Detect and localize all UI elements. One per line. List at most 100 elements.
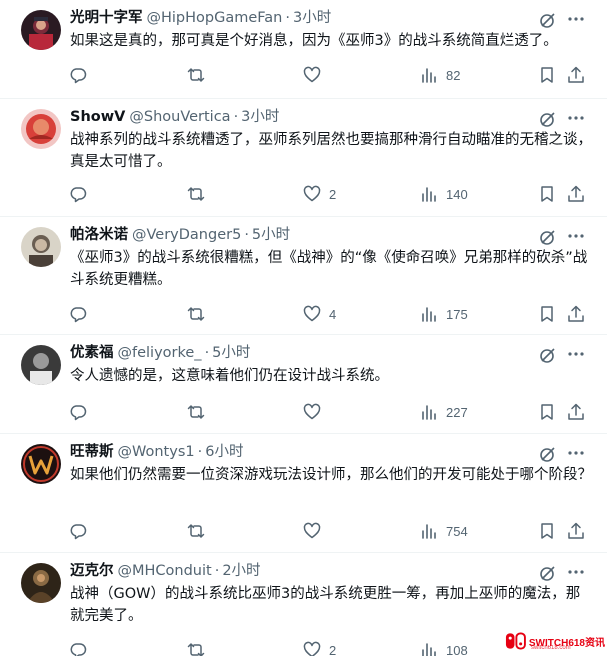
grok-icon[interactable] [539, 445, 557, 463]
more-icon[interactable] [565, 344, 587, 364]
reply-button[interactable] [69, 304, 95, 324]
bookmark-button[interactable] [538, 304, 556, 324]
action-bar: 82 [0, 65, 607, 85]
share-icon [568, 66, 584, 83]
reply-tweet[interactable]: ShowV @ShouVertica · 3小时 战神系列的战斗系统糟透了，巫师系列居… [0, 99, 607, 217]
more-icon[interactable] [565, 9, 587, 29]
avatar[interactable] [21, 10, 61, 50]
reply-button[interactable] [69, 65, 95, 85]
tweet-text: 战神（GOW）的战斗系统比巫师3的战斗系统更胜一筹，再加上巫师的魔法，那就完美了… [70, 586, 581, 624]
views-button[interactable]: 108 [420, 640, 468, 656]
retweet-button[interactable] [187, 640, 213, 656]
grok-icon[interactable] [539, 228, 557, 246]
heart-icon [303, 403, 321, 420]
view-count: 227 [446, 404, 468, 420]
share-button[interactable] [567, 184, 585, 204]
avatar[interactable] [21, 444, 61, 484]
like-button[interactable]: 4 [303, 304, 336, 324]
views-icon [422, 405, 436, 420]
separator-dot: · [285, 10, 290, 26]
reply-button[interactable] [69, 402, 95, 422]
views-icon [422, 307, 436, 322]
retweet-button[interactable] [187, 184, 213, 204]
timestamp[interactable]: 2小时 [222, 563, 260, 579]
views-button[interactable]: 754 [420, 521, 468, 541]
grok-icon[interactable] [539, 346, 557, 364]
timestamp[interactable]: 6小时 [205, 444, 243, 460]
retweet-icon [187, 524, 205, 538]
retweet-button[interactable] [187, 521, 213, 541]
reply-button[interactable] [69, 521, 95, 541]
separator-dot: · [244, 227, 249, 243]
view-count: 754 [446, 523, 468, 539]
avatar[interactable] [21, 563, 61, 603]
display-name[interactable]: 迈克尔 [70, 563, 114, 579]
like-button[interactable] [303, 521, 329, 541]
bookmark-button[interactable] [538, 402, 556, 422]
grok-icon[interactable] [539, 110, 557, 128]
bookmark-icon [541, 404, 553, 420]
grok-icon[interactable] [539, 11, 557, 29]
bookmark-icon [541, 523, 553, 539]
bookmark-button[interactable] [538, 65, 556, 85]
retweet-button[interactable] [187, 304, 213, 324]
reply-tweet[interactable]: 光明十字军 @HipHopGameFan · 3小时 如果这是真的，那可真是个好消息，… [0, 0, 607, 99]
bookmark-button[interactable] [538, 521, 556, 541]
share-button[interactable] [567, 402, 585, 422]
bookmark-button[interactable] [538, 184, 556, 204]
views-button[interactable]: 227 [420, 402, 468, 422]
like-button[interactable]: 2 [303, 184, 336, 204]
more-icon[interactable] [565, 108, 587, 128]
user-handle[interactable]: @MHConduit [118, 563, 212, 579]
tweet-text: 令人遗憾的是，这意味着他们仍在设计战斗系统。 [70, 368, 389, 384]
display-name[interactable]: 光明十字军 [70, 10, 143, 26]
display-name[interactable]: ShowV [70, 109, 125, 125]
user-handle[interactable]: @ShouVertica [129, 109, 230, 125]
timestamp[interactable]: 5小时 [212, 345, 250, 361]
share-button[interactable] [567, 304, 585, 324]
retweet-button[interactable] [187, 65, 213, 85]
user-handle[interactable]: @HipHopGameFan [147, 10, 283, 26]
avatar[interactable] [21, 227, 61, 267]
views-button[interactable]: 140 [420, 184, 468, 204]
display-name[interactable]: 帕洛米诺 [70, 227, 128, 243]
user-handle[interactable]: @Wontys1 [118, 444, 195, 460]
more-icon[interactable] [565, 443, 587, 463]
share-button[interactable] [567, 65, 585, 85]
views-button[interactable]: 175 [420, 304, 468, 324]
reply-button[interactable] [69, 184, 95, 204]
separator-dot: · [233, 109, 239, 125]
display-name[interactable]: 旺蒂斯 [70, 444, 114, 460]
display-name[interactable]: 优素福 [70, 345, 114, 361]
share-button[interactable] [567, 521, 585, 541]
views-button[interactable]: 82 [420, 65, 460, 85]
action-bar: 2 140 [0, 184, 607, 204]
reply-feed: 光明十字军 @HipHopGameFan · 3小时 如果这是真的，那可真是个好消息，… [0, 0, 607, 656]
like-button[interactable] [303, 402, 329, 422]
more-icon[interactable] [565, 562, 587, 582]
reply-tweet[interactable]: 帕洛米诺 @VeryDanger5 · 5小时 《巫师3》的战斗系统很糟糕，但《战神》… [0, 217, 607, 335]
retweet-icon [187, 187, 205, 201]
heart-icon [303, 522, 321, 539]
retweet-icon [187, 307, 205, 321]
views-icon [422, 524, 436, 539]
user-handle[interactable]: @feliyorke_ [118, 345, 202, 361]
user-handle[interactable]: @VeryDanger5 [132, 227, 241, 243]
timestamp[interactable]: 3小时 [293, 10, 331, 26]
reply-button[interactable] [69, 640, 95, 656]
more-icon[interactable] [565, 226, 587, 246]
retweet-button[interactable] [187, 402, 213, 422]
watermark: SWITCH618资讯 switch618.com [505, 628, 605, 654]
timestamp[interactable]: 5小时 [252, 227, 290, 243]
reply-tweet[interactable]: 优素福 @feliyorke_ · 5小时 令人遗憾的是，这意味着他们仍在设计战斗系统… [0, 335, 607, 434]
reply-tweet[interactable]: 旺蒂斯 @Wontys1 · 6小时 如果他们仍然需要一位资深游戏玩法设计师，那么他们… [0, 434, 607, 553]
like-button[interactable]: 2 [303, 640, 336, 656]
like-button[interactable] [303, 65, 329, 85]
separator-dot: · [197, 444, 203, 460]
avatar[interactable] [21, 109, 61, 149]
retweet-icon [187, 643, 205, 656]
reply-icon [70, 643, 87, 656]
grok-icon[interactable] [539, 564, 557, 582]
avatar[interactable] [21, 345, 61, 385]
timestamp[interactable]: 3小时 [241, 109, 279, 125]
